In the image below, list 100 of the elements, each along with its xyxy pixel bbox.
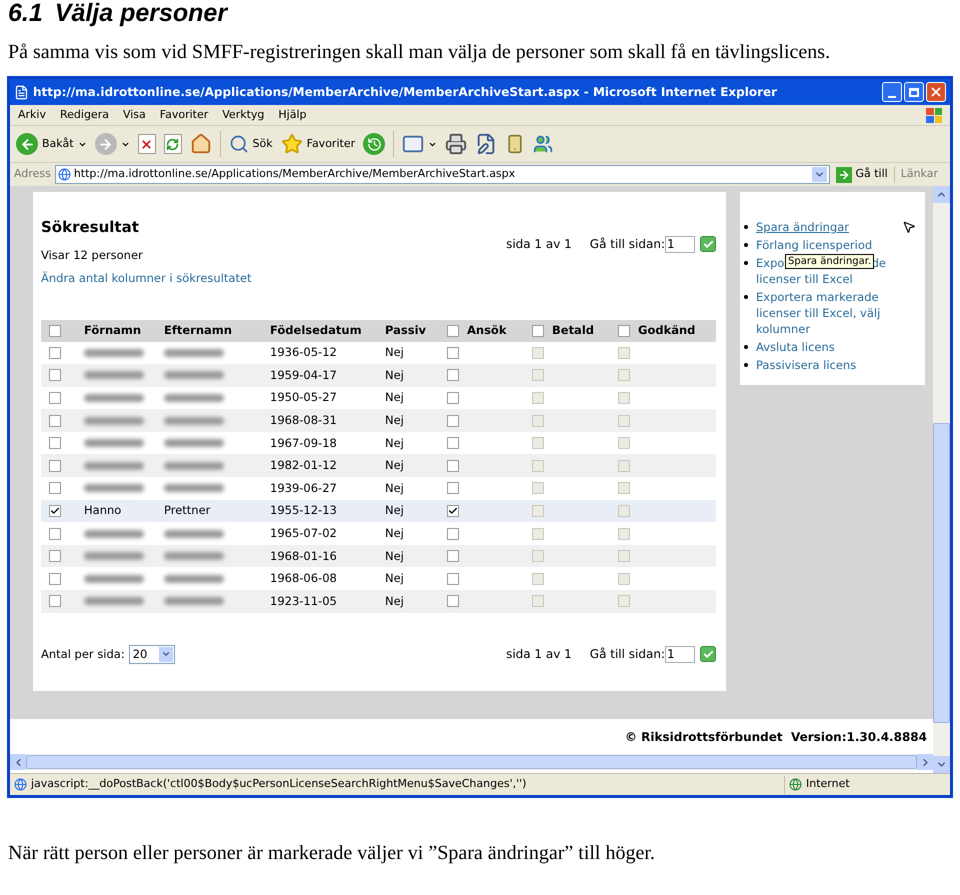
people-icon[interactable] <box>533 134 554 154</box>
column-header: Födelsedatum <box>270 322 362 339</box>
action-link[interactable]: Förlang licensperiod <box>756 237 872 253</box>
vertical-scrollbar[interactable] <box>933 186 950 773</box>
printer-icon[interactable] <box>445 133 468 155</box>
bullet-icon <box>744 363 748 367</box>
table-cell-text: 1950-05-27 <box>270 389 337 406</box>
checkbox[interactable] <box>49 482 61 494</box>
go-check-icon[interactable] <box>700 236 716 252</box>
caption-paragraph: När rätt person eller personer är markerade väljer vi ”Spara ändringar” till höger. <box>7 841 656 865</box>
checkbox[interactable] <box>447 392 459 404</box>
checkbox[interactable] <box>49 437 61 450</box>
checkbox[interactable] <box>447 460 459 472</box>
refresh-icon[interactable] <box>164 134 182 154</box>
menu-item[interactable]: Verktyg <box>222 106 264 124</box>
menu-item[interactable]: Arkiv <box>18 106 46 124</box>
checkbox[interactable] <box>447 346 459 359</box>
checkbox[interactable] <box>447 595 459 608</box>
action-link[interactable]: Avsluta licens <box>756 339 835 355</box>
address-label: Adress <box>14 166 51 182</box>
checkbox[interactable] <box>49 550 61 562</box>
page-info: sida 1 av 1 <box>506 646 572 664</box>
menu-item[interactable]: Redigera <box>60 106 109 124</box>
checkbox[interactable] <box>49 572 61 585</box>
action-link[interactable]: licenser till Excel <box>756 271 886 287</box>
table-cell: 1967-09-18 <box>270 434 337 452</box>
checkbox[interactable] <box>447 414 459 427</box>
table-row[interactable]: 1982-01-12 Nej <box>41 454 716 478</box>
per-page-label: Antal per sida: <box>41 646 125 662</box>
checkbox[interactable] <box>447 528 459 540</box>
table-row[interactable]: 1968-08-31 Nej <box>41 409 716 432</box>
home-icon[interactable] <box>190 133 212 155</box>
checkbox[interactable] <box>49 414 61 427</box>
go-button[interactable]: Gå till <box>834 166 890 183</box>
bullet-icon <box>744 243 748 247</box>
table-row[interactable]: 1959-04-17 Nej <box>41 364 716 387</box>
address-field[interactable]: http://ma.idrottonline.se/Applications/MemberArchive/MemberArchiveStart.aspx <box>54 165 830 184</box>
table-cell-text: Nej <box>385 524 404 542</box>
column-header: Ansök <box>467 322 506 339</box>
menu-item[interactable]: Hjälp <box>278 106 306 124</box>
per-page-select[interactable]: 20 <box>128 644 175 664</box>
columns-link[interactable]: Ändra antal kolumner i sökresultatet <box>41 270 252 288</box>
checkbox[interactable] <box>49 528 61 540</box>
toolbar-label[interactable]: Bakåt <box>42 136 74 152</box>
checkbox[interactable] <box>447 369 459 382</box>
edit-icon[interactable] <box>475 133 498 155</box>
checkbox[interactable] <box>447 572 459 585</box>
page-icon <box>14 778 27 791</box>
table-cell: Nej <box>385 457 404 474</box>
star-icon[interactable] <box>280 133 303 155</box>
table-row[interactable]: Hanno Prettner 1955-12-13 Nej <box>41 500 716 522</box>
table-cell-text: 1959-04-17 <box>270 366 337 384</box>
checkbox[interactable] <box>49 460 61 472</box>
checkbox[interactable] <box>49 595 61 608</box>
table-row[interactable]: 1968-01-16 Nej <box>41 544 716 568</box>
column-header: Efternamn <box>164 322 232 339</box>
horizontal-scrollbar[interactable] <box>10 754 933 770</box>
page-number-field[interactable]: 1 <box>665 646 695 663</box>
go-check-icon[interactable] <box>700 646 716 662</box>
bullet-icon <box>744 295 748 299</box>
action-link[interactable]: Passivisera licens <box>756 357 856 373</box>
table-row[interactable]: 1950-05-27 Nej <box>41 386 716 410</box>
checkbox[interactable] <box>49 504 61 517</box>
history-icon[interactable] <box>363 133 386 155</box>
table-cell-text: Nej <box>385 412 404 429</box>
column-header: Godkänd <box>638 322 696 339</box>
column-header: Betald <box>552 322 594 339</box>
stop-icon[interactable] <box>138 134 156 154</box>
checkbox[interactable] <box>447 482 459 494</box>
search-icon[interactable] <box>228 134 249 154</box>
maximize-button[interactable] <box>904 82 924 102</box>
checkbox[interactable] <box>49 392 61 404</box>
toolbar-label[interactable]: Favoriter <box>306 136 356 152</box>
table-row[interactable]: 1923-11-05 Nej <box>41 590 716 613</box>
page-icon <box>14 84 29 100</box>
toolbar-label[interactable]: Sök <box>252 136 273 152</box>
checkbox[interactable] <box>447 550 459 562</box>
page-info: sida 1 av 1 <box>506 236 572 253</box>
windows-logo-icon <box>926 108 942 122</box>
checkbox[interactable] <box>447 437 459 450</box>
links-label[interactable]: Länkar <box>894 166 946 183</box>
checkbox[interactable] <box>447 324 459 336</box>
page-number-field[interactable]: 1 <box>665 236 695 252</box>
checkbox[interactable] <box>447 504 459 517</box>
checkbox[interactable] <box>49 346 61 359</box>
dropdown-caret-icon <box>158 646 173 662</box>
checkbox[interactable] <box>49 369 61 382</box>
table-cell: 1923-11-05 <box>270 592 337 610</box>
menu-item[interactable]: Favoriter <box>160 106 208 124</box>
checkbox[interactable] <box>49 324 61 336</box>
page-icon <box>58 168 71 181</box>
action-link[interactable]: Spara ändringar <box>756 219 849 235</box>
action-link[interactable]: Expo <box>756 255 784 271</box>
intro-paragraph: På samma vis som vid SMFF-registreringen skall man välja de personer som skall få en tävlingslicens. <box>7 40 832 65</box>
menu-item[interactable]: Visa <box>122 106 146 124</box>
table-cell: Nej <box>385 480 404 497</box>
action-link[interactable]: Exportera markerade licenser till Excel, välj kolumner <box>756 289 923 337</box>
zone-label: Internet <box>806 776 851 792</box>
bullet-icon <box>744 225 748 229</box>
minimize-button[interactable] <box>882 82 902 102</box>
